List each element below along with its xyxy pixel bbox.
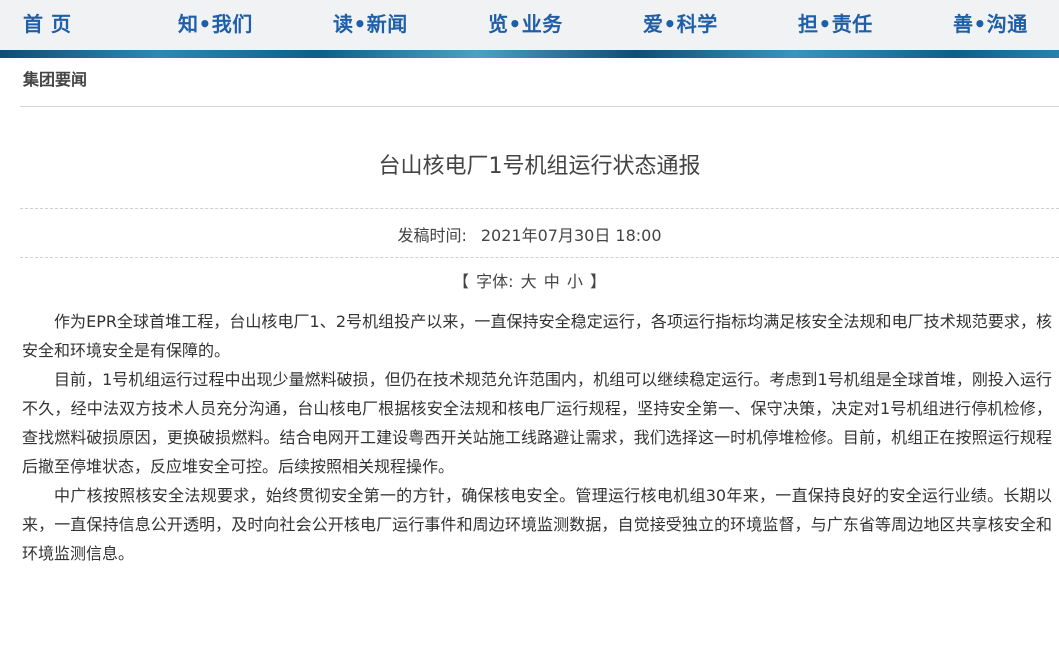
article-title: 台山核电厂1号机组运行状态通报: [378, 154, 701, 179]
section-divider: [20, 106, 1059, 107]
article-paragraph: 作为EPR全球首堆工程，台山核电厂1、2号机组投产以来，一直保持安全稳定运行，各…: [22, 312, 1052, 360]
nav-item-science[interactable]: 爱•科学: [643, 8, 718, 37]
article-paragraph: 中广核按照核安全法规要求，始终贯彻安全第一的方针，确保核电安全。管理运行核电机组…: [22, 486, 1052, 563]
top-navigation: 首 页 知•我们 读•新闻 览•业务 爱•科学 担•责任 善•沟通: [0, 0, 1059, 50]
nav-item-communication[interactable]: 善•沟通: [953, 8, 1028, 37]
font-size-open-bracket: 【: [453, 272, 470, 291]
font-size-selector: 【 字体: 大 中 小 】: [0, 268, 1059, 292]
section-title: 集团要闻: [23, 70, 88, 89]
font-size-large-link[interactable]: 大: [521, 272, 537, 291]
publish-time-label: 发稿时间:: [397, 226, 467, 245]
title-divider: [20, 208, 1059, 209]
nav-item-news[interactable]: 读•新闻: [333, 8, 408, 37]
font-size-label: 字体:: [476, 272, 514, 291]
font-size-medium-link[interactable]: 中: [544, 272, 560, 291]
font-size-close-bracket: 】: [589, 272, 606, 291]
publish-time: 发稿时间: 2021年07月30日 18:00: [0, 222, 1059, 246]
nav-item-responsibility[interactable]: 担•责任: [798, 8, 873, 37]
article-paragraph: 目前，1号机组运行过程中出现少量燃料破损，但仍在技术规范允许范围内，机组可以继续…: [22, 370, 1052, 476]
font-size-small-link[interactable]: 小: [567, 272, 583, 291]
publish-time-value: 2021年07月30日 18:00: [480, 226, 662, 245]
nav-item-business[interactable]: 览•业务: [488, 8, 563, 37]
nav-item-about-us[interactable]: 知•我们: [178, 8, 253, 37]
article-body: 作为EPR全球首堆工程，台山核电厂1、2号机组投产以来，一直保持安全稳定运行，各…: [22, 307, 1052, 568]
nav-item-home[interactable]: 首 页: [23, 8, 71, 37]
meta-divider: [20, 257, 1059, 258]
banner-image-strip: [0, 50, 1059, 58]
